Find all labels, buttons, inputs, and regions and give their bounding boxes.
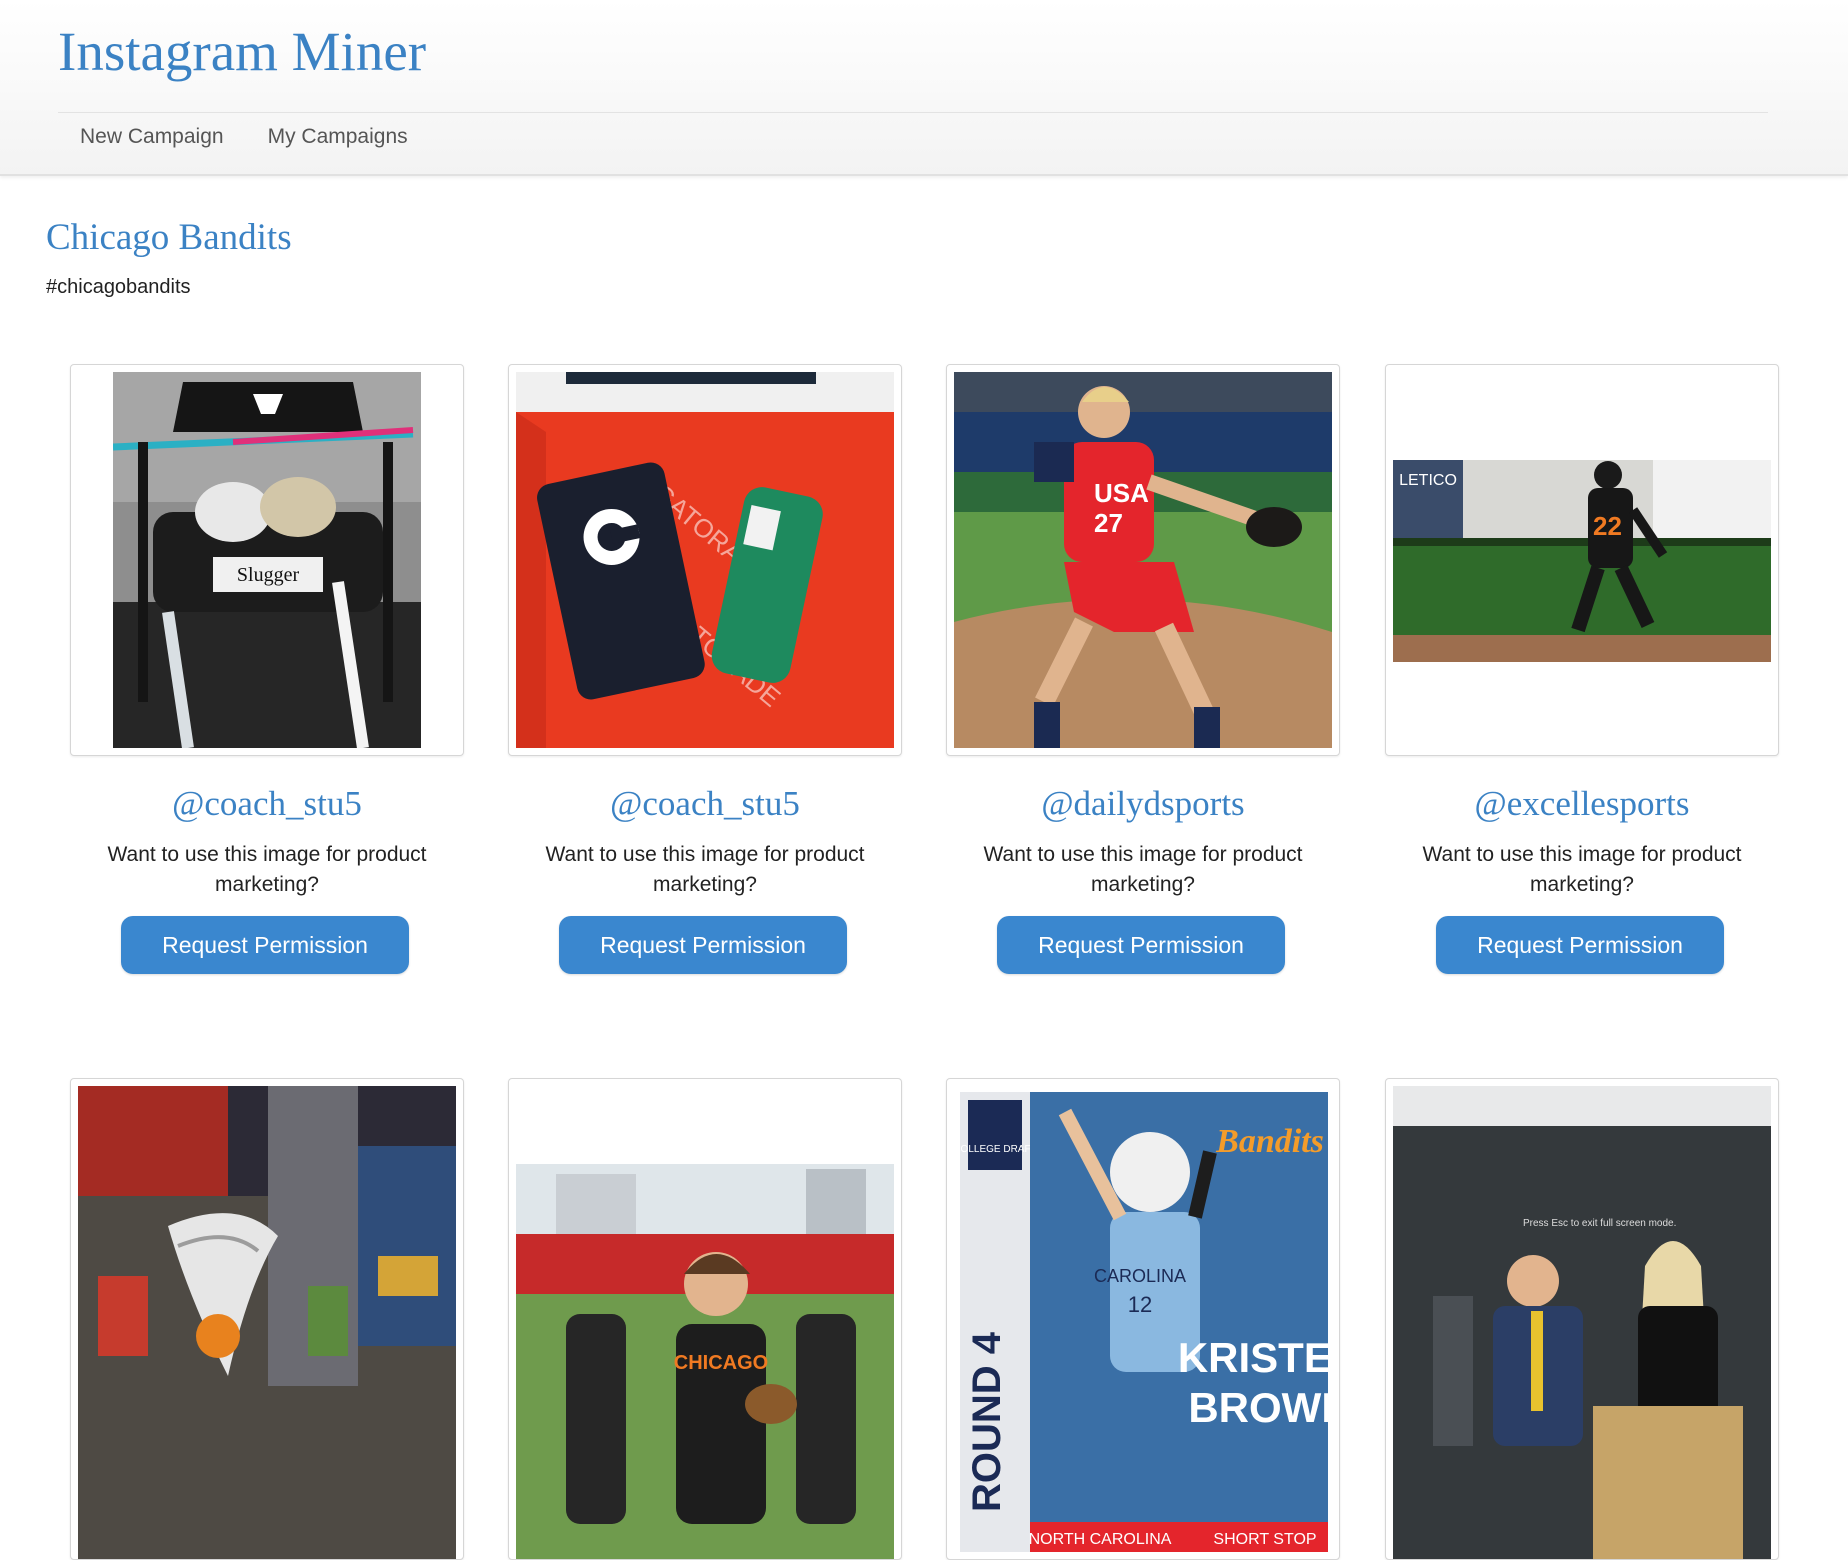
post-image-team-celebration[interactable]: CHICAGO [508, 1078, 902, 1560]
jersey-number: 22 [1593, 511, 1622, 541]
post-image-outfielder[interactable]: LETICO 22 [1385, 364, 1779, 756]
main-nav: New Campaign My Campaigns [58, 120, 430, 154]
post-handle[interactable]: @dailydsports [946, 784, 1340, 824]
jersey-school-text: CAROLINA [1094, 1266, 1186, 1286]
slugger-label: Slugger [237, 564, 300, 586]
post-image-gatorade[interactable]: GATORADE GATORADE [508, 364, 902, 756]
photo-team-celebration: CHICAGO [516, 1164, 894, 1559]
player-first-name: KRISTEN [1178, 1334, 1328, 1381]
screen-caption: Press Esc to exit full screen mode. [1523, 1218, 1676, 1229]
bandits-logo-text: Bandits [1215, 1123, 1324, 1160]
post-image-graffiti[interactable] [70, 1078, 464, 1560]
jersey-chicago-text: CHICAGO [674, 1352, 768, 1374]
photo-outfielder: LETICO 22 [1393, 460, 1771, 662]
post-image-bats-chair[interactable]: Slugger [70, 364, 464, 756]
jersey-number: 12 [1128, 1292, 1152, 1317]
request-permission-button[interactable]: Request Permission [559, 916, 847, 974]
post-handle[interactable]: @coach_stu5 [508, 784, 902, 824]
app-header: Instagram Miner New Campaign My Campaign… [0, 0, 1848, 176]
brand-logo[interactable]: Instagram Miner [58, 20, 426, 83]
player-last-name: BROWN [1188, 1384, 1328, 1431]
campaign-title: Chicago Bandits [46, 217, 292, 258]
request-permission-button[interactable]: Request Permission [1436, 916, 1724, 974]
photo-draft-stage: Press Esc to exit full screen mode. [1393, 1086, 1771, 1559]
usa-jersey-text: USA [1094, 478, 1149, 508]
post-image-draft-card[interactable]: COLLEGE DRAFT ROUND 4 CAROLINA 12 Bandit… [946, 1078, 1340, 1560]
position-banner-text: SHORT STOP [1213, 1531, 1316, 1548]
nav-new-campaign[interactable]: New Campaign [58, 120, 246, 154]
post-image-pitcher-usa[interactable]: USA 27 [946, 364, 1340, 756]
photo-graffiti-wall [78, 1086, 456, 1559]
draft-badge-text: COLLEGE DRAFT [960, 1144, 1037, 1155]
request-permission-button[interactable]: Request Permission [121, 916, 409, 974]
photo-gatorade-box: GATORADE GATORADE [516, 372, 894, 748]
post-handle[interactable]: @excellesports [1385, 784, 1779, 824]
post-prompt: Want to use this image for product marke… [107, 843, 427, 896]
header-divider [58, 112, 1768, 113]
request-permission-button[interactable]: Request Permission [997, 916, 1285, 974]
post-image-draft-stage[interactable]: Press Esc to exit full screen mode. [1385, 1078, 1779, 1560]
photo-pitcher-usa: USA 27 [954, 372, 1332, 748]
outfield-banner-text: LETICO [1399, 472, 1457, 489]
post-prompt: Want to use this image for product marke… [1422, 843, 1742, 896]
school-banner-text: NORTH CAROLINA [1029, 1531, 1172, 1548]
post-prompt: Want to use this image for product marke… [545, 843, 865, 896]
post-handle[interactable]: @coach_stu5 [70, 784, 464, 824]
campaign-hashtag: #chicagobandits [46, 276, 191, 298]
photo-bats-chair: Slugger [113, 372, 421, 748]
post-prompt: Want to use this image for product marke… [983, 843, 1303, 896]
jersey-number: 27 [1094, 508, 1123, 538]
photo-draft-card: COLLEGE DRAFT ROUND 4 CAROLINA 12 Bandit… [960, 1092, 1328, 1552]
nav-my-campaigns[interactable]: My Campaigns [246, 120, 430, 154]
round-label: ROUND 4 [965, 1331, 1009, 1512]
